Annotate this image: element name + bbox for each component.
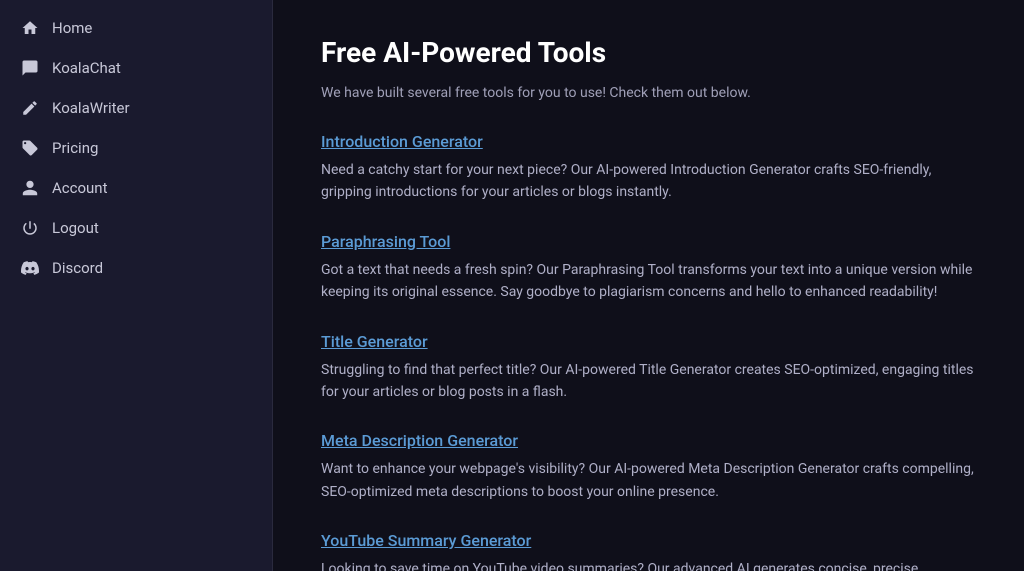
tool-section-meta: Meta Description Generator Want to enhan… bbox=[321, 431, 976, 503]
sidebar-item-account[interactable]: Account bbox=[0, 168, 272, 208]
sidebar-item-koalawriter-label: KoalaWriter bbox=[52, 99, 130, 117]
user-icon bbox=[20, 178, 40, 198]
sidebar-item-home[interactable]: Home bbox=[0, 8, 272, 48]
chat-icon bbox=[20, 58, 40, 78]
page-title: Free AI-Powered Tools bbox=[321, 36, 976, 69]
intro-generator-desc: Need a catchy start for your next piece?… bbox=[321, 159, 976, 204]
sidebar-item-logout[interactable]: Logout bbox=[0, 208, 272, 248]
sidebar-item-koalawriter[interactable]: KoalaWriter bbox=[0, 88, 272, 128]
tool-section-intro: Introduction Generator Need a catchy sta… bbox=[321, 132, 976, 204]
title-generator-desc: Struggling to find that perfect title? O… bbox=[321, 359, 976, 404]
sidebar-item-logout-label: Logout bbox=[52, 219, 99, 237]
sidebar-item-discord[interactable]: Discord bbox=[0, 248, 272, 288]
tool-section-paraphrase: Paraphrasing Tool Got a text that needs … bbox=[321, 232, 976, 304]
meta-description-desc: Want to enhance your webpage's visibilit… bbox=[321, 458, 976, 503]
sidebar: Home KoalaChat KoalaWriter Pricing bbox=[0, 0, 273, 571]
youtube-summary-link[interactable]: YouTube Summary Generator bbox=[321, 531, 531, 550]
tool-section-title: Title Generator Struggling to find that … bbox=[321, 332, 976, 404]
sidebar-item-pricing[interactable]: Pricing bbox=[0, 128, 272, 168]
paraphrasing-tool-link[interactable]: Paraphrasing Tool bbox=[321, 232, 450, 251]
tag-icon bbox=[20, 138, 40, 158]
youtube-summary-desc: Looking to save time on YouTube video su… bbox=[321, 558, 976, 571]
tool-section-youtube: YouTube Summary Generator Looking to sav… bbox=[321, 531, 976, 571]
sidebar-item-pricing-label: Pricing bbox=[52, 139, 98, 157]
paraphrasing-tool-desc: Got a text that needs a fresh spin? Our … bbox=[321, 259, 976, 304]
sidebar-item-koalachat-label: KoalaChat bbox=[52, 59, 121, 77]
main-content: Free AI-Powered Tools We have built seve… bbox=[273, 0, 1024, 571]
discord-icon bbox=[20, 258, 40, 278]
page-subtitle: We have built several free tools for you… bbox=[321, 83, 976, 104]
home-icon bbox=[20, 18, 40, 38]
sidebar-item-home-label: Home bbox=[52, 19, 92, 37]
intro-generator-link[interactable]: Introduction Generator bbox=[321, 132, 483, 151]
sidebar-item-koalachat[interactable]: KoalaChat bbox=[0, 48, 272, 88]
sidebar-item-discord-label: Discord bbox=[52, 259, 103, 277]
title-generator-link[interactable]: Title Generator bbox=[321, 332, 428, 351]
edit-icon bbox=[20, 98, 40, 118]
meta-description-link[interactable]: Meta Description Generator bbox=[321, 431, 518, 450]
power-icon bbox=[20, 218, 40, 238]
sidebar-item-account-label: Account bbox=[52, 179, 108, 197]
